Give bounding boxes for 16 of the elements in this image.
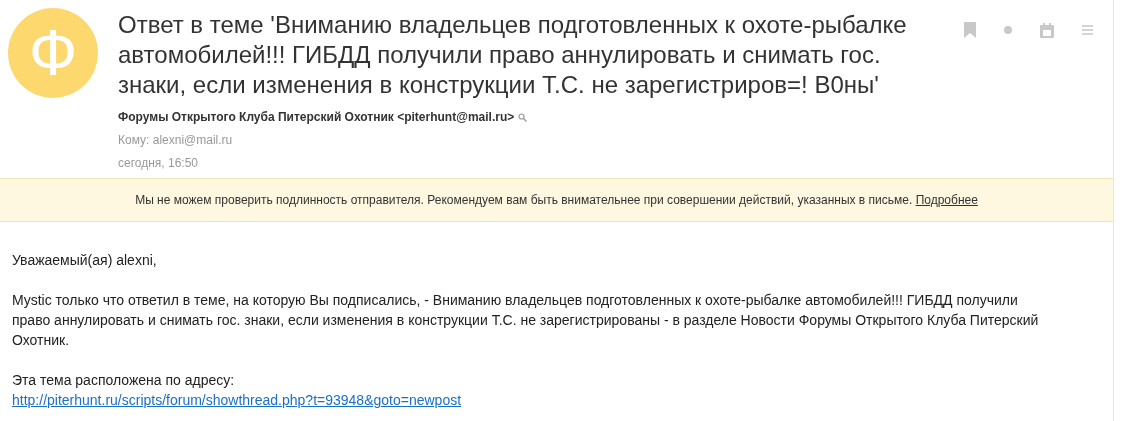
recipient: Кому: alexni@mail.ru xyxy=(118,133,234,147)
avatar: Ф xyxy=(8,8,98,98)
details-link[interactable]: Подробнее xyxy=(915,193,978,207)
message-text: Mystic только что ответил в теме, на которую Вы подписались, - Вниманию владельцев подготовленных к охоте-рыбалке автомобилей!!! ГИБДД получили право аннулировать и снимать гос. знаки, если изменения в конструкции Т.С. не зарегистрированы - в разделе Новости Форумы Открытого Клуба Питерский Охотник. xyxy=(12,291,1040,350)
calendar-icon[interactable] xyxy=(1040,22,1054,38)
date: сегодня, 16:50 xyxy=(118,156,200,170)
thread-link[interactable]: http://piterhunt.ru/scripts/forum/showthread.php?t=93948&goto=newpost xyxy=(12,392,462,408)
sender: Форумы Открытого Клуба Питерский Охотник <piterhunt@mail.ru> xyxy=(118,110,515,124)
search-icon[interactable] xyxy=(518,112,528,122)
dot-icon[interactable] xyxy=(1004,26,1012,34)
greeting: Уважаемый(ая) alexni, xyxy=(12,251,158,270)
address-label: Эта тема расположена по адресу: xyxy=(12,371,236,390)
warning-text: Мы не можем проверить подлинность отправителя. Рекомендуем вам быть внимательнее при совершении действий, указанных в письме. Подробнее xyxy=(135,193,978,207)
email-subject: Ответ в теме 'Вниманию владельцев подготовленных к охоте-рыбалке автомобилей!!! ГИБДД получили право аннулировать и снимать гос. знаки, если изменения в конструкции Т.С. не зарегистриров=! В0ны' xyxy=(118,10,908,100)
menu-icon[interactable] xyxy=(1082,25,1093,35)
bookmark-icon[interactable] xyxy=(964,22,976,38)
